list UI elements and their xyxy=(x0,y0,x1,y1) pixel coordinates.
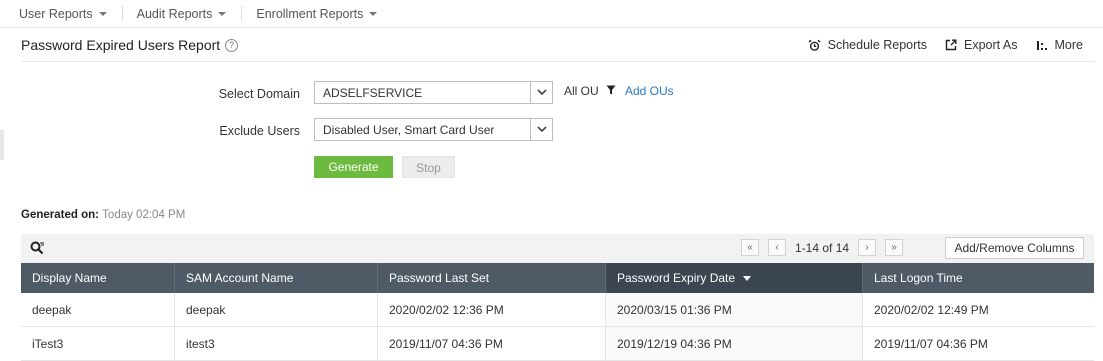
nav-enrollment-reports[interactable]: Enrollment Reports xyxy=(256,6,378,21)
nav-label: User Reports xyxy=(19,6,93,21)
cell-sam-account-name: itest3 xyxy=(175,327,378,360)
export-icon xyxy=(945,39,957,51)
generate-button[interactable]: Generate xyxy=(314,156,393,178)
caret-down-icon xyxy=(369,11,378,16)
more-label: More xyxy=(1054,38,1083,52)
domain-select[interactable]: ADSELFSERVICE xyxy=(314,81,553,104)
cell-password-last-set: 2019/11/07 04:36 PM xyxy=(378,327,606,360)
header-divider xyxy=(21,61,1094,62)
schedule-reports-button[interactable]: Schedule Reports xyxy=(808,38,927,52)
report-table: Display Name SAM Account Name Password L… xyxy=(21,263,1094,361)
page-title: Password Expired Users Report xyxy=(21,37,221,53)
filter-icon[interactable] xyxy=(606,85,616,95)
exclude-users-value: Disabled User, Smart Card User xyxy=(323,122,495,137)
exclude-users-select[interactable]: Disabled User, Smart Card User xyxy=(314,118,553,141)
prev-page-button[interactable]: ‹ xyxy=(768,239,786,256)
add-ous-link[interactable]: Add OUs xyxy=(625,84,674,98)
chevron-down-icon[interactable] xyxy=(530,119,552,140)
column-header-label: Last Logon Time xyxy=(874,271,963,285)
nav-user-reports[interactable]: User Reports xyxy=(19,7,107,21)
exclude-users-label: Exclude Users xyxy=(219,124,300,138)
table-toolbar: « ‹ 1-14 of 14 › » Add/Remove Columns xyxy=(21,234,1094,263)
add-remove-columns-button[interactable]: Add/Remove Columns xyxy=(945,237,1084,259)
nav-label: Audit Reports xyxy=(136,6,213,21)
first-page-button[interactable]: « xyxy=(741,239,759,256)
column-header-label: SAM Account Name xyxy=(186,271,294,285)
top-nav: User Reports Audit Reports Enrollment Re… xyxy=(0,0,1103,28)
cell-last-logon-time: 2019/11/07 04:36 PM xyxy=(874,336,988,351)
cell-password-last-set: 2020/02/02 12:36 PM xyxy=(378,293,606,326)
more-menu-icon xyxy=(1036,40,1047,50)
cell-password-expiry-date: 2020/03/15 01:36 PM xyxy=(606,293,863,326)
select-domain-label: Select Domain xyxy=(218,87,300,101)
column-header-label: Password Expiry Date xyxy=(617,271,736,285)
schedule-reports-label: Schedule Reports xyxy=(827,38,928,52)
generated-on-label: Generated on: xyxy=(21,209,99,221)
search-icon[interactable] xyxy=(30,241,45,255)
page-range: 1-14 of 14 xyxy=(795,240,850,255)
column-header-sam-account-name[interactable]: SAM Account Name xyxy=(175,263,378,293)
cell-password-expiry-date: 2019/12/19 04:36 PM xyxy=(606,327,863,360)
generated-on: Generated on: Today 02:04 PM xyxy=(21,209,185,221)
caret-down-icon xyxy=(218,11,227,16)
column-header-password-last-set[interactable]: Password Last Set xyxy=(378,263,606,293)
export-as-label: Export As xyxy=(964,38,1018,52)
export-as-button[interactable]: Export As xyxy=(945,38,1018,52)
cell-display-name: iTest3 xyxy=(21,327,175,360)
column-header-last-logon-time[interactable]: Last Logon Time xyxy=(863,263,1094,293)
nav-label: Enrollment Reports xyxy=(256,6,364,21)
next-page-button[interactable]: › xyxy=(858,239,877,256)
alarm-clock-icon xyxy=(808,39,821,51)
left-edge-strip xyxy=(0,130,4,160)
sort-descending-icon xyxy=(743,275,752,281)
header-actions: Schedule Reports Export As More xyxy=(790,38,1083,52)
domain-select-value: ADSELFSERVICE xyxy=(323,85,423,100)
nav-audit-reports[interactable]: Audit Reports xyxy=(137,7,227,21)
column-header-password-expiry-date[interactable]: Password Expiry Date xyxy=(606,263,863,293)
cell-last-logon-time: 2020/02/02 12:49 PM xyxy=(874,302,989,317)
table-row[interactable]: deepak deepak 2020/02/02 12:36 PM 2020/0… xyxy=(21,293,1094,327)
generated-on-time: Today 02:04 PM xyxy=(102,209,186,221)
caret-down-icon xyxy=(98,11,107,16)
chevron-down-icon[interactable] xyxy=(530,82,552,103)
nav-divider xyxy=(121,6,123,21)
table-row[interactable]: iTest3 itest3 2019/11/07 04:36 PM 2019/1… xyxy=(21,327,1094,361)
cell-display-name: deepak xyxy=(21,293,175,326)
cell-sam-account-name: deepak xyxy=(175,293,378,326)
table-header: Display Name SAM Account Name Password L… xyxy=(21,263,1094,293)
last-page-button[interactable]: » xyxy=(885,239,904,256)
column-header-label: Display Name xyxy=(32,271,107,285)
stop-button[interactable]: Stop xyxy=(402,156,455,178)
more-button[interactable]: More xyxy=(1036,38,1083,52)
pagination: « ‹ 1-14 of 14 › » xyxy=(741,239,904,256)
all-ou-label: All OU xyxy=(564,84,599,98)
help-icon[interactable]: ? xyxy=(225,39,238,52)
nav-divider xyxy=(241,6,243,21)
column-header-display-name[interactable]: Display Name xyxy=(21,263,175,293)
column-header-label: Password Last Set xyxy=(389,271,490,285)
